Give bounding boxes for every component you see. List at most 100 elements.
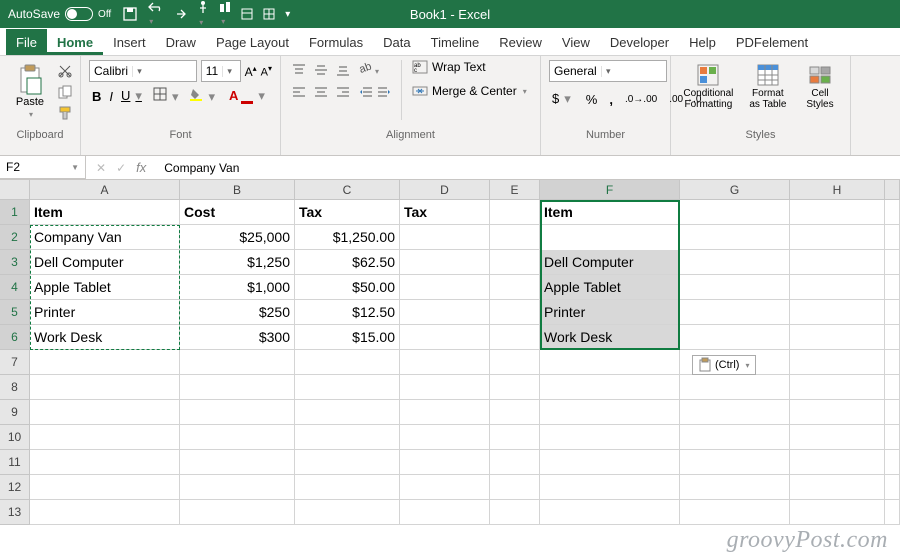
col-G[interactable]: G xyxy=(680,180,790,199)
name-box[interactable]: F2▼ xyxy=(0,156,86,179)
row-header[interactable]: 13 xyxy=(0,500,30,525)
cell[interactable] xyxy=(790,300,885,325)
cell[interactable] xyxy=(490,250,540,275)
bold-button[interactable]: B xyxy=(89,88,104,105)
col-B[interactable]: B xyxy=(180,180,295,199)
merge-center-button[interactable]: Merge & Center▾ xyxy=(412,84,527,98)
cell[interactable] xyxy=(885,300,900,325)
wrap-text-button[interactable]: abcWrap Text xyxy=(412,60,527,74)
cell[interactable] xyxy=(30,400,180,425)
cancel-formula-icon[interactable]: ✕ xyxy=(96,161,106,175)
cell[interactable] xyxy=(180,400,295,425)
cut-icon[interactable] xyxy=(58,64,72,81)
cell[interactable] xyxy=(400,450,490,475)
tab-help[interactable]: Help xyxy=(679,29,726,55)
cell[interactable] xyxy=(885,200,900,225)
cell[interactable] xyxy=(790,225,885,250)
cell[interactable] xyxy=(540,400,680,425)
cell[interactable] xyxy=(680,225,790,250)
tab-review[interactable]: Review xyxy=(489,29,552,55)
col-D[interactable]: D xyxy=(400,180,490,199)
cell[interactable] xyxy=(790,350,885,375)
cell[interactable]: Cost xyxy=(180,200,295,225)
col-A[interactable]: A xyxy=(30,180,180,199)
cell[interactable] xyxy=(490,200,540,225)
cell[interactable] xyxy=(680,450,790,475)
cell[interactable] xyxy=(540,475,680,500)
percent-format-icon[interactable]: % xyxy=(583,91,601,108)
cell[interactable] xyxy=(30,450,180,475)
cell[interactable] xyxy=(295,500,400,525)
cell[interactable] xyxy=(885,275,900,300)
tab-draw[interactable]: Draw xyxy=(156,29,206,55)
cell[interactable]: Apple Tablet xyxy=(30,275,180,300)
paste-options-tag[interactable]: (Ctrl) ▾ xyxy=(692,355,756,375)
cell[interactable] xyxy=(400,400,490,425)
cell[interactable]: Company Van xyxy=(30,225,180,250)
cell[interactable] xyxy=(400,275,490,300)
cell[interactable] xyxy=(180,425,295,450)
cell[interactable] xyxy=(295,425,400,450)
cell[interactable] xyxy=(885,475,900,500)
cell[interactable]: $1,250.00 xyxy=(295,225,400,250)
cell[interactable] xyxy=(885,400,900,425)
cell[interactable] xyxy=(490,450,540,475)
cell[interactable] xyxy=(790,250,885,275)
row-header[interactable]: 5 xyxy=(0,300,30,325)
cell[interactable] xyxy=(790,275,885,300)
increase-indent-icon[interactable] xyxy=(377,85,391,102)
cell[interactable]: $25,000 xyxy=(180,225,295,250)
cell[interactable] xyxy=(790,375,885,400)
align-bottom-icon[interactable] xyxy=(333,60,353,80)
cell[interactable] xyxy=(490,275,540,300)
row-header[interactable]: 7 xyxy=(0,350,30,375)
fx-icon[interactable]: fx xyxy=(136,160,146,175)
tab-file[interactable]: File xyxy=(6,29,47,55)
qat-icon-3[interactable] xyxy=(263,8,275,20)
cell[interactable] xyxy=(490,500,540,525)
increase-decimal-icon[interactable]: .0→.00 xyxy=(622,93,660,106)
cell[interactable] xyxy=(885,500,900,525)
cell[interactable]: Dell Computer xyxy=(540,250,680,275)
cell[interactable] xyxy=(790,425,885,450)
save-icon[interactable] xyxy=(123,7,137,21)
cell[interactable]: Item xyxy=(540,200,680,225)
align-right-icon[interactable] xyxy=(333,82,353,102)
accounting-format-icon[interactable]: $▾ xyxy=(549,90,577,108)
cell[interactable] xyxy=(400,425,490,450)
cell[interactable] xyxy=(30,500,180,525)
cell[interactable] xyxy=(30,375,180,400)
cell[interactable] xyxy=(30,475,180,500)
cell[interactable] xyxy=(680,325,790,350)
cell[interactable] xyxy=(30,350,180,375)
cell[interactable] xyxy=(680,425,790,450)
number-format-combo[interactable]: General▾ xyxy=(549,60,667,82)
tab-developer[interactable]: Developer xyxy=(600,29,679,55)
cell[interactable] xyxy=(790,450,885,475)
col-H[interactable]: H xyxy=(790,180,885,199)
cell[interactable]: Tax xyxy=(295,200,400,225)
tab-page-layout[interactable]: Page Layout xyxy=(206,29,299,55)
cell[interactable]: $15.00 xyxy=(295,325,400,350)
grid[interactable]: 1ItemCostTaxTaxItem2Company Van$25,000$1… xyxy=(0,200,900,525)
align-left-icon[interactable] xyxy=(289,82,309,102)
cell[interactable]: Printer xyxy=(30,300,180,325)
cell[interactable]: Work Desk xyxy=(540,325,680,350)
align-center-icon[interactable] xyxy=(311,82,331,102)
cell[interactable] xyxy=(680,475,790,500)
cell[interactable] xyxy=(885,450,900,475)
cell[interactable] xyxy=(540,425,680,450)
cell[interactable] xyxy=(680,500,790,525)
row-header[interactable]: 8 xyxy=(0,375,30,400)
cell[interactable] xyxy=(540,350,680,375)
borders-button[interactable]: ▾ xyxy=(150,86,185,106)
row-header[interactable]: 11 xyxy=(0,450,30,475)
row-header[interactable]: 1 xyxy=(0,200,30,225)
cell[interactable]: Company Van xyxy=(540,225,680,250)
cell[interactable] xyxy=(400,250,490,275)
cell[interactable] xyxy=(490,300,540,325)
tab-formulas[interactable]: Formulas xyxy=(299,29,373,55)
tab-home[interactable]: Home xyxy=(47,29,103,55)
cell[interactable] xyxy=(790,400,885,425)
cell[interactable]: $12.50 xyxy=(295,300,400,325)
